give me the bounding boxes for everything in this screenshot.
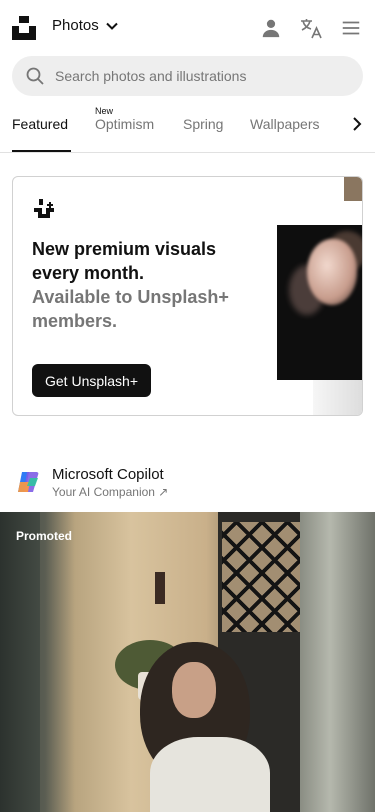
promo-subline: Available to Unsplash+ members.	[32, 287, 229, 331]
promoted-badge: Promoted	[16, 529, 73, 543]
chevron-right-icon[interactable]	[347, 114, 367, 134]
media-type-label: Photos	[52, 17, 99, 34]
search-input[interactable]	[55, 68, 335, 84]
promo-image	[277, 225, 362, 380]
search-bar[interactable]	[12, 56, 363, 96]
tab-featured[interactable]: Featured	[12, 116, 68, 132]
menu-icon[interactable]	[339, 16, 363, 40]
topic-tabs: Featured New Optimism Spring Wallpapers	[0, 100, 375, 153]
sponsor-row: Microsoft Copilot Your AI Companion ↗	[14, 466, 354, 500]
top-header: Photos	[0, 0, 375, 56]
get-unsplash-plus-button[interactable]: Get Unsplash+	[32, 364, 151, 397]
unsplash-logo[interactable]	[12, 16, 36, 40]
promo-image-strip	[344, 177, 362, 201]
chevron-down-icon	[105, 22, 118, 30]
tab-wallpapers[interactable]: Wallpapers	[250, 116, 320, 132]
tab-spring[interactable]: Spring	[183, 116, 223, 132]
active-tab-indicator	[12, 150, 71, 152]
promo-image-corner	[313, 380, 362, 415]
translate-icon[interactable]	[299, 16, 323, 40]
promo-headline: New premium visuals every month.	[32, 239, 217, 283]
search-icon	[26, 67, 44, 85]
copilot-logo[interactable]	[14, 468, 42, 496]
new-badge: New	[95, 106, 114, 116]
promoted-photo[interactable]: Promoted	[0, 512, 375, 812]
media-type-dropdown[interactable]: Photos	[52, 17, 119, 34]
user-icon[interactable]	[259, 16, 283, 40]
unsplash-plus-logo	[32, 197, 56, 221]
tab-optimism[interactable]: Optimism	[95, 116, 154, 132]
unsplash-plus-promo[interactable]: New premium visuals every month. Availab…	[12, 176, 363, 416]
sponsor-tagline[interactable]: Your AI Companion ↗	[52, 485, 168, 499]
sponsor-name[interactable]: Microsoft Copilot	[52, 466, 164, 483]
